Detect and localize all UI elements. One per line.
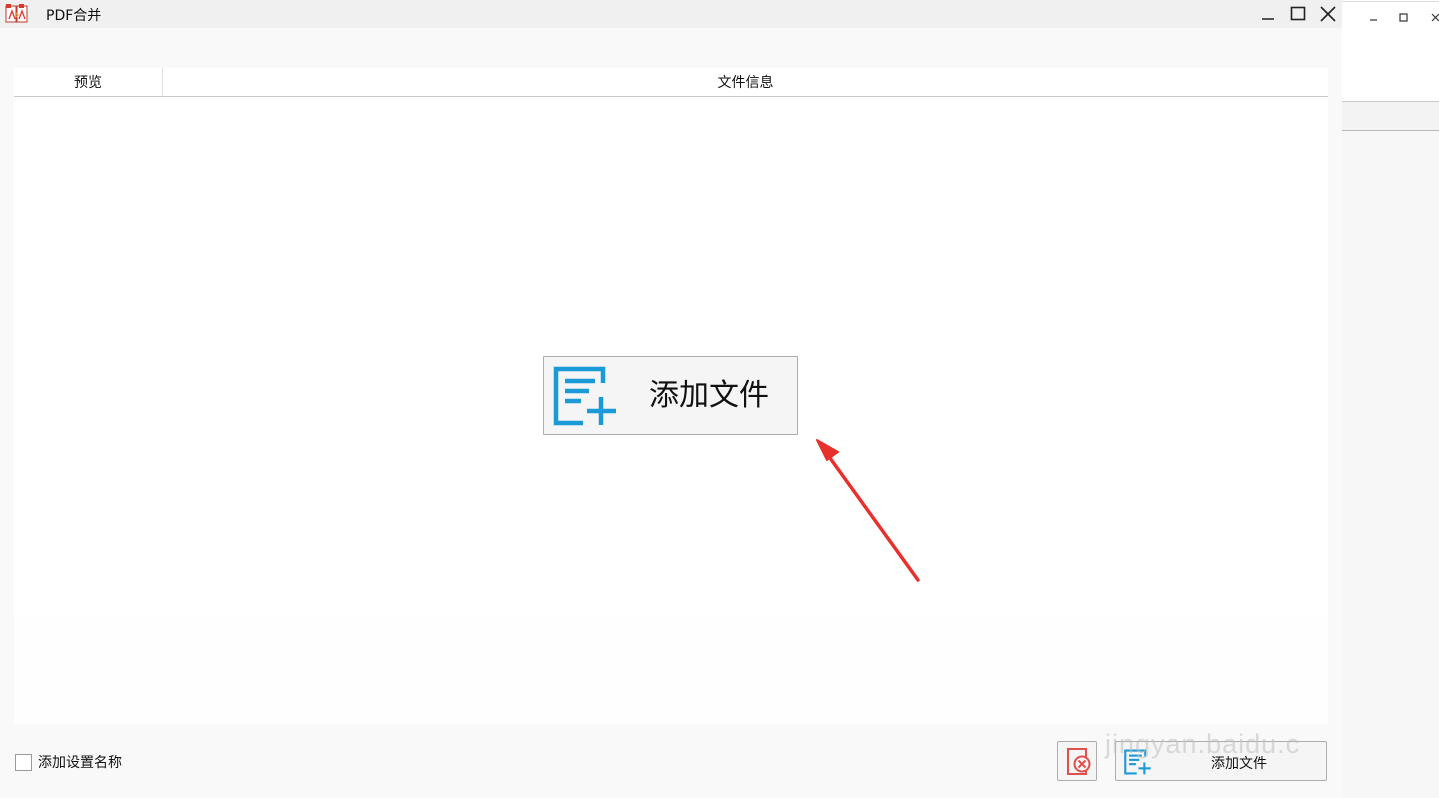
footer-add-file-label: 添加文件 — [1211, 756, 1267, 772]
center-add-file-button[interactable]: 添加文件 — [543, 356, 798, 435]
file-list-lower-area — [14, 616, 1328, 724]
minimize-icon — [1370, 19, 1377, 21]
clear-list-button[interactable] — [1057, 741, 1097, 781]
title-bar[interactable]: PDF合并 — [0, 0, 1342, 28]
background-close-button[interactable] — [1426, 8, 1439, 28]
add-settings-name-checkbox[interactable] — [15, 754, 32, 771]
main-window: PDF合并 预览 文件信息 添加文件 添加设置名称 添加文件 jingyan.b… — [0, 0, 1342, 798]
maximize-button[interactable] — [1282, 0, 1314, 28]
column-header-preview[interactable]: 预览 — [14, 68, 163, 96]
maximize-icon — [1290, 6, 1306, 21]
background-window-divider — [1342, 1, 1439, 2]
background-window-toolbar — [1342, 102, 1439, 130]
minimize-icon — [1262, 18, 1274, 20]
add-settings-name-label: 添加设置名称 — [38, 755, 122, 771]
close-button[interactable] — [1312, 0, 1344, 28]
column-header-file-info[interactable]: 文件信息 — [163, 68, 1328, 96]
list-header: 预览 文件信息 — [14, 68, 1328, 97]
add-file-icon — [553, 366, 616, 426]
background-maximize-button[interactable] — [1394, 8, 1414, 28]
background-window — [1342, 0, 1439, 798]
close-icon — [1431, 13, 1439, 22]
clear-list-icon — [1067, 748, 1091, 775]
maximize-icon — [1399, 13, 1408, 22]
center-add-file-label: 添加文件 — [649, 378, 769, 413]
add-file-icon — [1124, 749, 1151, 775]
app-icon — [5, 4, 28, 23]
window-title: PDF合并 — [46, 8, 102, 24]
background-window-content — [1342, 131, 1439, 798]
file-list[interactable]: 预览 文件信息 — [14, 68, 1328, 616]
minimize-button[interactable] — [1252, 0, 1284, 28]
close-icon — [1320, 6, 1336, 22]
background-minimize-button[interactable] — [1364, 8, 1384, 28]
footer-add-file-button[interactable]: 添加文件 — [1115, 741, 1327, 781]
